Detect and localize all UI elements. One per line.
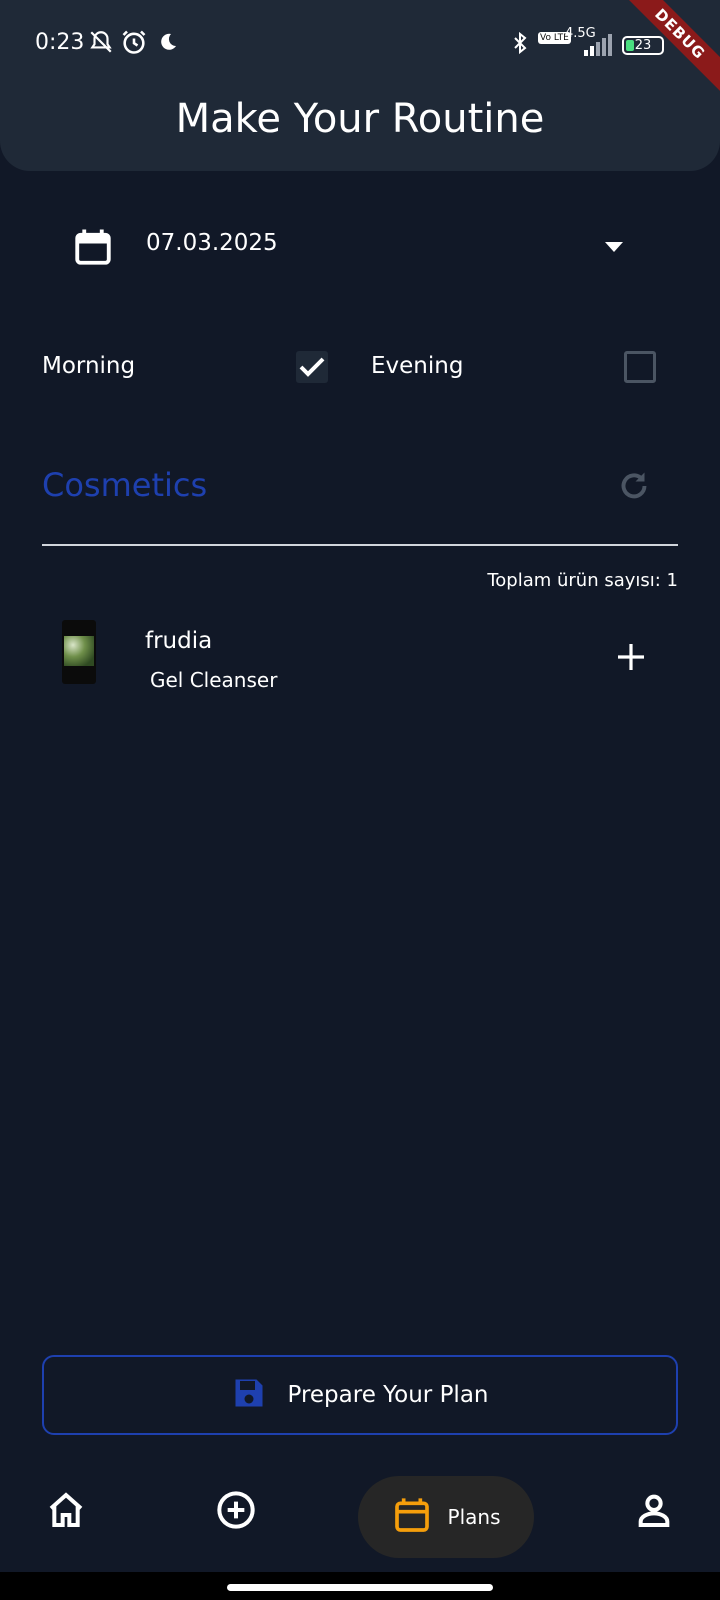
app-bar: 0:23 Vo LTE 4.5G 23 DEBUG Make Your Rout… <box>0 0 720 171</box>
calendar-icon <box>72 225 114 273</box>
prepare-plan-label: Prepare Your Plan <box>287 1382 489 1408</box>
bell-off-icon <box>88 28 114 62</box>
prepare-plan-button[interactable]: Prepare Your Plan <box>42 1355 678 1435</box>
alarm-icon <box>120 28 148 62</box>
gesture-bar <box>0 1572 720 1600</box>
chevron-down-icon[interactable] <box>604 238 624 257</box>
morning-checkbox[interactable] <box>296 351 328 383</box>
add-icon[interactable] <box>616 642 646 676</box>
home-indicator[interactable] <box>227 1584 493 1591</box>
nav-item-plans[interactable]: Plans <box>358 1476 534 1558</box>
list-item[interactable]: frudia Gel Cleanser <box>42 612 678 692</box>
status-bar: 0:23 Vo LTE 4.5G 23 <box>0 26 720 62</box>
morning-label: Morning <box>42 353 136 379</box>
calendar-icon <box>392 1494 432 1540</box>
bottom-nav: Plans <box>0 1462 720 1572</box>
product-thumbnail <box>62 620 96 684</box>
divider <box>42 544 678 546</box>
person-icon[interactable] <box>634 1490 674 1534</box>
product-count: Toplam ürün sayısı: 1 <box>487 570 678 591</box>
check-icon <box>299 357 325 377</box>
nav-item-label: Plans <box>447 1505 501 1529</box>
product-name: Gel Cleanser <box>150 668 278 692</box>
battery-level: 23 <box>634 38 652 53</box>
bluetooth-icon <box>508 28 532 64</box>
evening-label: Evening <box>371 353 464 379</box>
date-picker[interactable]: 07.03.2025 <box>72 222 628 272</box>
refresh-icon[interactable] <box>616 468 652 508</box>
status-time: 0:23 <box>35 30 85 55</box>
add-circle-icon[interactable] <box>216 1490 256 1534</box>
save-icon <box>231 1375 267 1415</box>
time-of-day-selector: Morning Evening <box>42 345 678 389</box>
home-icon[interactable] <box>46 1490 86 1534</box>
cosmetics-title: Cosmetics <box>42 466 208 504</box>
signal-icon <box>576 34 614 62</box>
moon-icon <box>156 28 180 62</box>
product-brand: frudia <box>145 628 213 654</box>
page-title: Make Your Routine <box>175 96 545 142</box>
date-value: 07.03.2025 <box>146 230 278 256</box>
evening-checkbox[interactable] <box>624 351 656 383</box>
battery-icon: 23 <box>622 36 664 55</box>
